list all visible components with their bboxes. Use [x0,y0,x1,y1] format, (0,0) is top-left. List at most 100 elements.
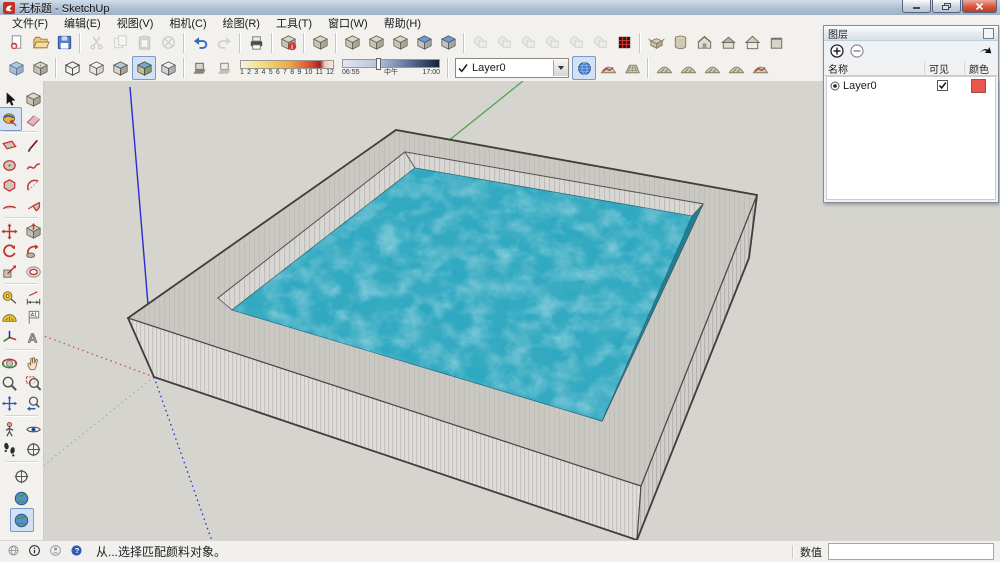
menu-item-2[interactable]: 视图(V) [109,15,162,30]
sandbox-from-scratch-button[interactable] [620,56,644,80]
svg-text:A: A [28,330,38,345]
save-button[interactable] [52,31,76,55]
back-edges-button[interactable] [28,56,52,80]
new-button[interactable] [4,31,28,55]
cut-button[interactable] [84,31,108,55]
make-component-button[interactable] [340,31,364,55]
pie-button[interactable] [22,193,46,217]
current-layer-radio[interactable] [830,81,840,91]
zoom-previous-button[interactable] [22,391,46,415]
geolocation-globe-button[interactable] [10,486,34,510]
details-menu-button[interactable] [978,44,992,58]
time-gradient-bar[interactable] [342,59,440,68]
remove-layer-button[interactable] [850,44,864,58]
replace-texture-button[interactable] [612,31,636,55]
trim-button[interactable] [564,31,588,55]
layers-panel-header[interactable]: 图层 [824,26,998,41]
menu-item-3[interactable]: 相机(C) [161,15,214,30]
close-button[interactable] [962,0,997,13]
intersect-button[interactable] [492,31,516,55]
layer-color-swatch[interactable] [971,79,986,93]
drape-button[interactable] [700,56,724,80]
xray-button[interactable] [4,56,28,80]
menu-item-5[interactable]: 工具(T) [268,15,320,30]
menu-item-0[interactable]: 文件(F) [4,15,56,30]
unlock-button[interactable] [436,31,460,55]
lock-button[interactable] [412,31,436,55]
measurement-input[interactable] [828,543,994,560]
split-button[interactable] [588,31,612,55]
camera-turn-button[interactable] [22,437,46,461]
restore-button[interactable] [932,0,961,13]
make-group-button[interactable] [364,31,388,55]
menu-item-1[interactable]: 编辑(E) [56,15,109,30]
visible-checkbox[interactable] [937,80,948,91]
eraser-button[interactable] [22,107,46,131]
outer-shell-icon [471,33,490,52]
get-models-button[interactable] [644,31,668,55]
add-layer-button[interactable] [830,44,844,58]
explode-button[interactable] [388,31,412,55]
left-toolbar-row [0,155,43,175]
help-icon[interactable]: ? [69,543,84,561]
scale-button[interactable] [0,259,22,283]
menu-item-7[interactable]: 帮助(H) [376,15,429,30]
redo-button[interactable] [212,31,236,55]
view-iso-button[interactable] [692,31,716,55]
sign-in-user-icon[interactable] [48,543,63,561]
wireframe-button[interactable] [60,56,84,80]
shaded-button[interactable] [108,56,132,80]
flip-edge-button[interactable] [748,56,772,80]
shadow-time-slider[interactable]: 06:55 中午 17:00 [342,59,440,77]
time-slider-handle[interactable] [376,58,381,70]
shadow-date-slider[interactable]: 123456789101112 [240,60,334,77]
3d-text-button[interactable]: A [22,325,46,349]
share-model-button[interactable] [668,31,692,55]
offset-button[interactable] [22,259,46,283]
paste-button[interactable] [132,31,156,55]
stamp-button[interactable] [676,56,700,80]
date-gradient-bar[interactable] [240,60,334,69]
two-point-arc-button[interactable] [0,193,22,217]
navigation-wheel-button[interactable] [10,464,34,488]
menu-item-6[interactable]: 窗口(W) [320,15,376,30]
undo-button[interactable] [188,31,212,55]
rotate-icon [0,242,19,261]
column-header-1: 可见 [924,61,964,75]
minimize-button[interactable] [902,0,931,13]
panel-rollup-button[interactable] [983,28,994,39]
menu-item-4[interactable]: 绘图(R) [215,15,268,30]
entity-info-button[interactable] [308,31,332,55]
layers-panel-title: 图层 [828,26,848,41]
view-front-button[interactable] [740,31,764,55]
shaded-textures-button[interactable] [132,56,156,80]
shadow-dialog-button[interactable] [188,56,212,80]
copy-button[interactable] [108,31,132,55]
sandbox-from-contours-button[interactable] [596,56,620,80]
view-back-button[interactable] [764,31,788,55]
add-detail-button[interactable] [724,56,748,80]
erase-button[interactable] [156,31,180,55]
subtract-button[interactable] [540,31,564,55]
smoove-button[interactable] [652,56,676,80]
layer-select[interactable]: Layer0 [455,58,569,78]
layer-select-dropdown-button[interactable] [553,60,568,76]
open-button[interactable] [28,31,52,55]
model-info-button[interactable]: i [276,31,300,55]
geo-status-icon[interactable] [6,543,21,561]
credits-info-icon[interactable] [27,543,42,561]
axes-button[interactable] [0,325,22,349]
print-button[interactable] [244,31,268,55]
walk-button[interactable] [0,437,22,461]
layer-manager-button[interactable] [572,56,596,80]
view-top-button[interactable] [716,31,740,55]
shadow-toggle-button[interactable] [212,56,236,80]
union-button[interactable] [516,31,540,55]
monochrome-button[interactable] [156,56,180,80]
layer-row[interactable]: Layer0 [827,77,995,94]
paint-bucket-button[interactable] [0,107,22,131]
hidden-line-button[interactable] [84,56,108,80]
outer-shell-button[interactable] [468,31,492,55]
photo-match-globe-button[interactable] [10,508,34,532]
zoom-extents-button[interactable] [0,391,22,415]
